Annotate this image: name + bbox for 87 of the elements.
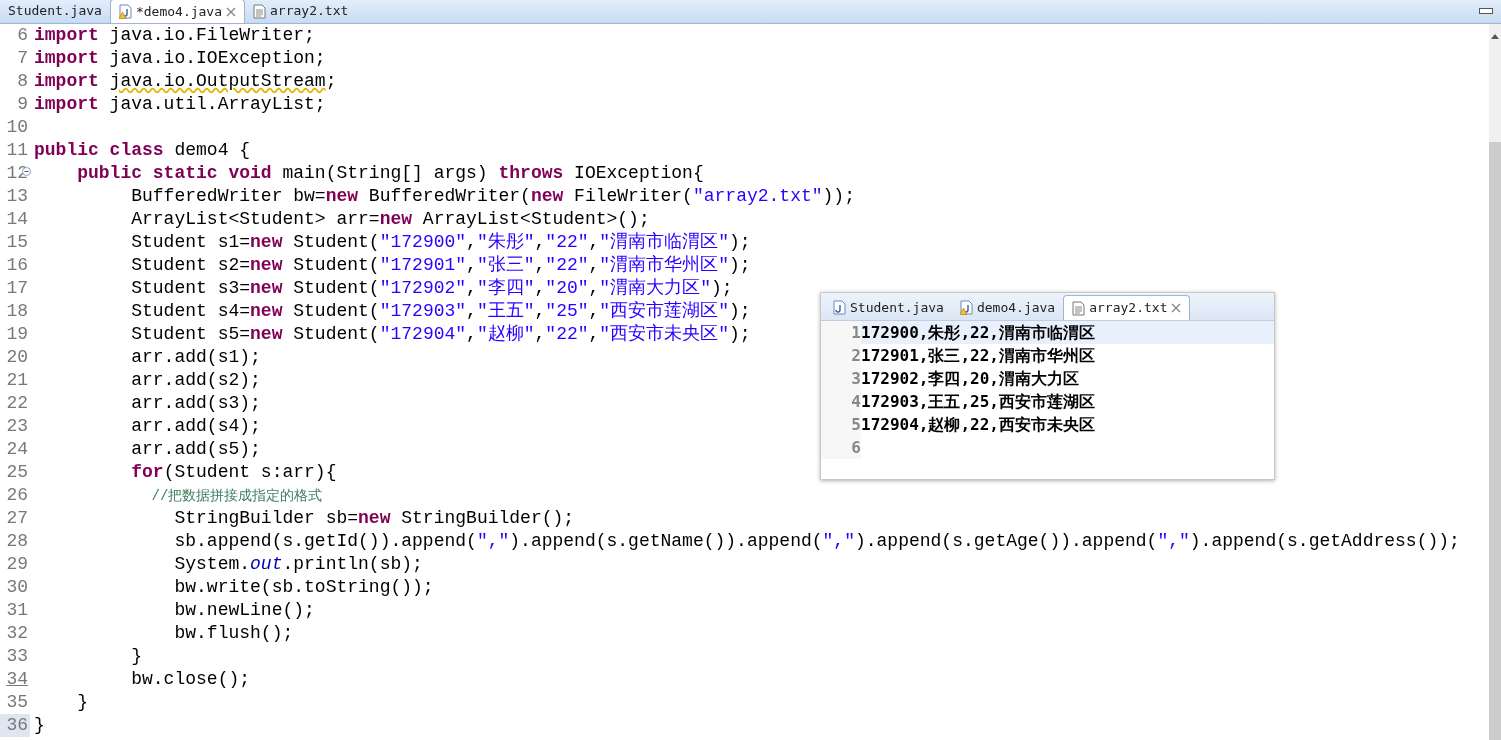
code-line: import java.io.FileWriter;	[34, 24, 315, 47]
code-line: System.out.println(sb);	[173, 553, 423, 576]
code-line: StringBuilder sb=new StringBuilder();	[173, 507, 575, 530]
line-number: 23	[5, 415, 29, 438]
text-file-icon	[1072, 300, 1086, 316]
line-number: 6	[16, 24, 29, 47]
line-number: 28	[5, 530, 29, 553]
java-file-warning-icon	[959, 300, 973, 315]
line-number: 10	[5, 116, 29, 139]
code-line: import java.io.OutputStream;	[34, 70, 337, 93]
minimize-icon[interactable]	[1479, 8, 1493, 15]
code-line: //把数据拼接成指定的格式	[150, 487, 323, 506]
line-number: 22	[5, 392, 29, 415]
line-number: 27	[5, 507, 29, 530]
line-number: 33	[5, 645, 29, 668]
code-line: bw.newLine();	[173, 599, 315, 622]
code-line: }	[130, 645, 143, 668]
line-number: 36	[0, 714, 30, 737]
code-line: import java.io.IOException;	[34, 47, 326, 70]
editor-tab[interactable]: array2.txt	[245, 0, 357, 23]
code-line: arr.add(s3);	[130, 392, 261, 415]
line-number: 14	[5, 208, 29, 231]
code-line: bw.write(sb.toString());	[173, 576, 434, 599]
line-number: 9	[16, 93, 29, 116]
line-number: 18	[5, 300, 29, 323]
java-file-icon	[833, 300, 846, 315]
code-line: bw.close();	[130, 668, 251, 691]
line-number: 15	[5, 231, 29, 254]
editor-tab[interactable]: array2.txt	[1063, 295, 1191, 320]
line-number: 7	[16, 47, 29, 70]
line-number: 30	[5, 576, 29, 599]
line-number: 5	[821, 413, 861, 436]
code-line: public static void main(String[] args) throws IOException{	[76, 162, 704, 185]
line-number: 11	[5, 139, 29, 162]
code-line: arr.add(s2);	[130, 369, 261, 392]
line-number: 4	[821, 390, 861, 413]
code-line: arr.add(s4);	[130, 415, 261, 438]
scroll-up-icon[interactable]	[1491, 34, 1499, 39]
line-number: 1	[821, 321, 861, 344]
line-number: 29	[5, 553, 29, 576]
editor-tab[interactable]: demo4.java	[951, 295, 1064, 320]
line-number: 20	[5, 346, 29, 369]
code-line: sb.append(s.getId()).append(",").append(s.getName()).append(",").append(s.getAge()).append(",").append(s.getAddress());	[173, 530, 1460, 553]
code-line: }	[76, 691, 88, 714]
code-line: for(Student s:arr){	[130, 461, 337, 484]
text-line: 172902,李四,20,渭南大力区	[861, 368, 1079, 390]
line-number: 21	[5, 369, 29, 392]
editor-tab[interactable]: Student.java	[825, 295, 952, 320]
code-line: Student s3=new Student("172902","李四","20","渭南大力区");	[130, 277, 733, 300]
line-number: 13	[5, 185, 29, 208]
line-number: 8	[16, 70, 29, 93]
text-line: 172903,王五,25,西安市莲湖区	[861, 391, 1095, 413]
line-number: 3	[821, 367, 861, 390]
editor-tab[interactable]: *demo4.java	[109, 0, 245, 23]
code-line: arr.add(s1);	[130, 346, 261, 369]
code-line: import java.util.ArrayList;	[34, 93, 326, 116]
close-icon[interactable]	[226, 6, 236, 17]
line-number: 19	[5, 323, 29, 346]
line-number: 26	[5, 484, 29, 507]
line-number: 6	[821, 436, 861, 459]
line-number: 16	[5, 254, 29, 277]
code-line: bw.flush();	[173, 622, 294, 645]
text-line: 172901,张三,22,渭南市华州区	[861, 345, 1095, 367]
code-line: Student s4=new Student("172903","王五","25","西安市莲湖区");	[130, 300, 751, 323]
code-line: ArrayList<Student> arr=new ArrayList<Student>();	[130, 208, 650, 231]
code-line: Student s1=new Student("172900","朱彤","22","渭南市临渭区");	[130, 231, 751, 254]
scrollbar-thumb[interactable]	[1489, 142, 1501, 740]
text-line: 172904,赵柳,22,西安市未央区	[861, 414, 1095, 436]
line-number: 17	[5, 277, 29, 300]
line-number: 25	[5, 461, 29, 484]
code-line: }	[34, 714, 45, 737]
editor-tab[interactable]: Student.java	[0, 0, 110, 23]
line-number: 34	[5, 668, 29, 691]
code-line: arr.add(s5);	[130, 438, 261, 461]
close-icon[interactable]	[1171, 303, 1182, 313]
line-number: 2	[821, 344, 861, 367]
line-number: 32	[5, 622, 29, 645]
line-number: 24	[5, 438, 29, 461]
code-line: public class demo4 {	[34, 139, 251, 162]
code-line: BufferedWriter bw=new BufferedWriter(new FileWriter("array2.txt"));	[130, 185, 855, 208]
code-line: Student s2=new Student("172901","张三","22","渭南市华州区");	[130, 254, 751, 277]
text-line: 172900,朱彤,22,渭南市临渭区	[861, 322, 1095, 344]
code-line: Student s5=new Student("172904","赵柳","22","西安市未央区");	[130, 323, 751, 346]
java-file-warning-icon	[118, 4, 132, 19]
text-file-icon	[253, 3, 266, 19]
line-number: 31	[5, 599, 29, 622]
line-number: 35	[5, 691, 29, 714]
